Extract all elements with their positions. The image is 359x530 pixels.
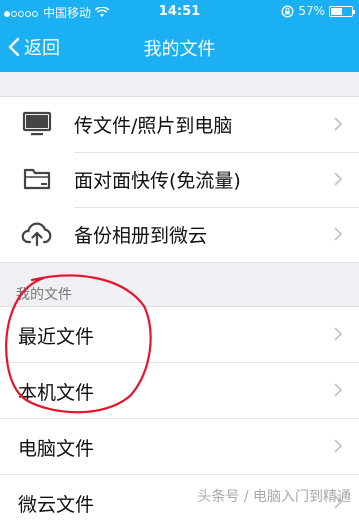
chevron-right-icon	[334, 117, 343, 131]
list-item-label: 本机文件	[18, 382, 95, 404]
page-title: 我的文件	[143, 39, 216, 60]
action-label: 备份相册到微云	[74, 225, 208, 247]
chevron-right-icon	[334, 439, 343, 453]
cloud-upload-icon	[21, 222, 52, 247]
chevron-right-icon	[334, 172, 343, 186]
watermark-text: 头条号 / 电脑入门到精通	[197, 489, 351, 505]
computer-files-row[interactable]: 电脑文件	[0, 418, 359, 474]
backup-album-row[interactable]: 备份相册到微云	[0, 207, 359, 262]
list-item-label: 微云文件	[18, 494, 95, 516]
face-to-face-transfer-row[interactable]: 面对面快传(免流量)	[0, 152, 359, 207]
status-bar: 中国移动 14:51 57%	[0, 0, 359, 24]
local-files-row[interactable]: 本机文件	[0, 362, 359, 418]
action-label: 传文件/照片到电脑	[74, 115, 233, 137]
battery-percent: 57%	[298, 4, 325, 18]
chevron-right-icon	[334, 327, 343, 341]
chevron-right-icon	[334, 383, 343, 397]
folder-icon	[23, 168, 51, 190]
list-item-label: 电脑文件	[18, 438, 95, 460]
list-item-label: 最近文件	[18, 326, 95, 348]
section-header-label: 我的文件	[16, 287, 72, 303]
section-header: 我的文件	[0, 280, 359, 306]
battery-icon	[329, 5, 355, 17]
action-label: 面对面快传(免流量)	[74, 170, 241, 192]
transfer-to-computer-row[interactable]: 传文件/照片到电脑	[0, 97, 359, 152]
chevron-right-icon	[334, 227, 343, 241]
recent-files-row[interactable]: 最近文件	[0, 307, 359, 362]
actions-list: 传文件/照片到电脑 面对面快传(免流量) 备份相册到微云	[0, 96, 359, 263]
navigation-bar: 返回 我的文件	[0, 24, 359, 72]
rotation-lock-icon	[281, 5, 294, 17]
monitor-icon	[22, 111, 52, 136]
